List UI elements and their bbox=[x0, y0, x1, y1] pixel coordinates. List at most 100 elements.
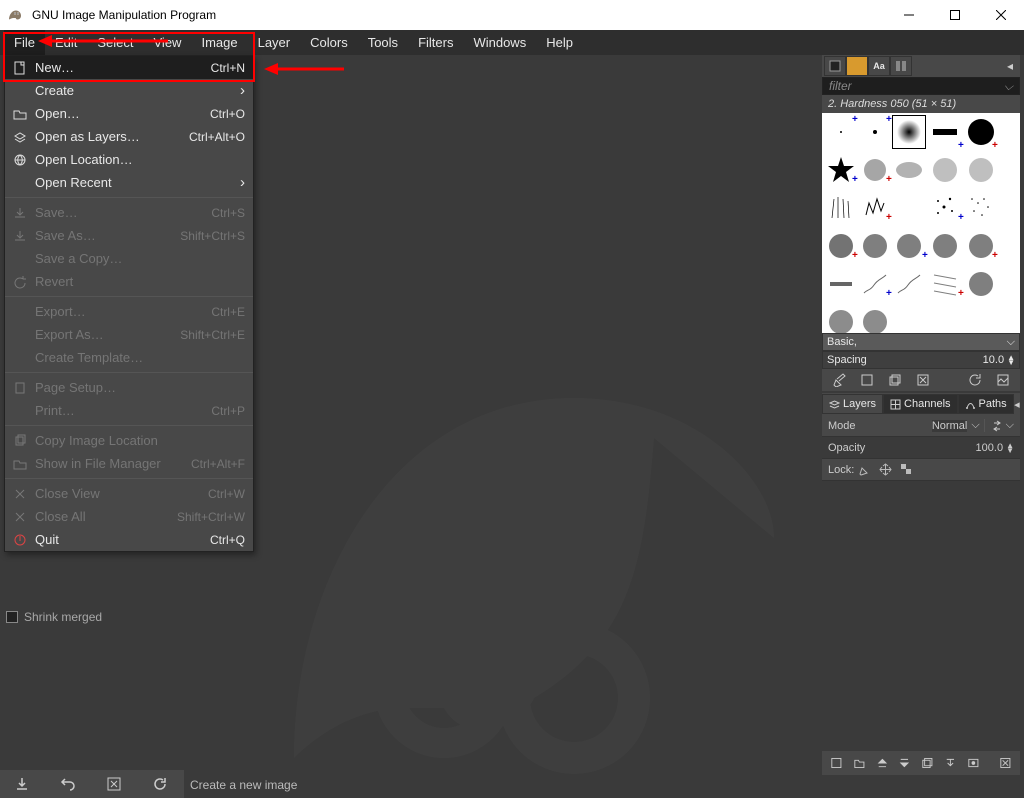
right-dock: Aa ◂ filter ⌵ 2. Hardness 050 (51 × 51) bbox=[822, 55, 1020, 775]
mi-open-as-layers[interactable]: Open as Layers… Ctrl+Alt+O bbox=[5, 125, 253, 148]
mi-open-recent[interactable]: Open Recent bbox=[5, 171, 253, 194]
brushes-panel: Aa ◂ filter ⌵ 2. Hardness 050 (51 × 51) bbox=[822, 55, 1020, 391]
download-icon[interactable] bbox=[14, 776, 30, 792]
delete-icon[interactable] bbox=[106, 776, 122, 792]
menu-separator bbox=[5, 425, 253, 426]
panel-menu-icon[interactable]: ◂ bbox=[1002, 59, 1018, 73]
layers-footer bbox=[822, 751, 1020, 775]
delete-brush-icon[interactable] bbox=[916, 373, 930, 387]
menu-separator bbox=[5, 372, 253, 373]
mi-open[interactable]: Open… Ctrl+O bbox=[5, 102, 253, 125]
tab-fonts[interactable]: Aa bbox=[868, 56, 890, 76]
mi-create-template: Create Template… bbox=[5, 346, 253, 369]
mi-copy-image-location: Copy Image Location bbox=[5, 429, 253, 452]
copy-icon bbox=[11, 434, 29, 448]
layers-tabstrip: Layers Channels Paths ◂ bbox=[822, 393, 1020, 415]
duplicate-layer-icon[interactable] bbox=[921, 756, 934, 770]
tab-tool-options[interactable] bbox=[824, 56, 846, 76]
window-title: GNU Image Manipulation Program bbox=[32, 8, 886, 22]
mi-quit[interactable]: Quit Ctrl+Q bbox=[5, 528, 253, 551]
tab-layers[interactable]: Layers bbox=[822, 394, 883, 414]
mi-page-setup: Page Setup… bbox=[5, 376, 253, 399]
reset-icon[interactable] bbox=[152, 776, 168, 792]
tab-paths[interactable]: Paths bbox=[958, 394, 1014, 414]
undo-icon[interactable] bbox=[60, 776, 76, 792]
menu-windows[interactable]: Windows bbox=[463, 30, 536, 55]
menu-image[interactable]: Image bbox=[191, 30, 247, 55]
mi-save: Save… Ctrl+S bbox=[5, 201, 253, 224]
mi-open-location[interactable]: Open Location… bbox=[5, 148, 253, 171]
open-icon bbox=[11, 107, 29, 121]
paths-icon bbox=[965, 399, 976, 410]
swap-icon[interactable] bbox=[991, 420, 1003, 432]
quit-icon bbox=[11, 533, 29, 547]
mask-icon[interactable] bbox=[967, 756, 980, 770]
panel-menu-icon[interactable]: ◂ bbox=[1014, 398, 1020, 411]
maximize-button[interactable] bbox=[932, 0, 978, 30]
duplicate-brush-icon[interactable] bbox=[888, 373, 902, 387]
menu-edit[interactable]: Edit bbox=[45, 30, 87, 55]
statusbar-hint: Create a new image bbox=[190, 778, 297, 792]
mi-export-as: Export As… Shift+Ctrl+E bbox=[5, 323, 253, 346]
folder-icon bbox=[11, 457, 29, 471]
shrink-merged-label: Shrink merged bbox=[24, 610, 102, 624]
shrink-merged-checkbox[interactable]: Shrink merged bbox=[6, 610, 102, 624]
new-layer-icon[interactable] bbox=[830, 756, 843, 770]
brush-spacing-field[interactable]: Spacing 10.0 ▲▼ bbox=[822, 351, 1020, 369]
menu-view[interactable]: View bbox=[144, 30, 192, 55]
layer-opacity-row[interactable]: Opacity 100.0 ▲▼ bbox=[822, 437, 1020, 459]
delete-layer-icon[interactable] bbox=[999, 756, 1012, 770]
brush-grid[interactable]: + + + + + + + + + + + + + bbox=[822, 113, 1020, 333]
brush-filter-placeholder: filter bbox=[829, 79, 852, 93]
mi-new[interactable]: New… Ctrl+N bbox=[5, 56, 253, 79]
app-icon bbox=[6, 6, 24, 24]
checkbox-icon bbox=[6, 611, 18, 623]
mi-save-as: Save As… Shift+Ctrl+S bbox=[5, 224, 253, 247]
mi-new-shortcut: Ctrl+N bbox=[211, 61, 245, 75]
lock-alpha-icon[interactable] bbox=[900, 463, 913, 476]
menu-tools[interactable]: Tools bbox=[358, 30, 408, 55]
open-as-image-icon[interactable] bbox=[996, 373, 1010, 387]
page-setup-icon bbox=[11, 381, 29, 395]
menu-filters[interactable]: Filters bbox=[408, 30, 463, 55]
new-brush-icon[interactable] bbox=[860, 373, 874, 387]
brush-filter-input[interactable]: filter ⌵ bbox=[822, 77, 1020, 95]
close-all-icon bbox=[11, 510, 29, 524]
dock-tabstrip: Aa ◂ bbox=[822, 55, 1020, 77]
save-as-icon bbox=[11, 229, 29, 243]
edit-brush-icon[interactable] bbox=[832, 373, 846, 387]
spinner-icon[interactable]: ▲▼ bbox=[1006, 443, 1014, 453]
menu-file[interactable]: File bbox=[4, 30, 45, 55]
lock-move-icon[interactable] bbox=[879, 463, 892, 476]
channels-icon bbox=[890, 399, 901, 410]
layer-mode-row[interactable]: Mode Normal ⌵ ⌵ bbox=[822, 415, 1020, 437]
lock-paint-icon[interactable] bbox=[858, 463, 871, 476]
menu-select[interactable]: Select bbox=[87, 30, 143, 55]
menu-layer[interactable]: Layer bbox=[248, 30, 301, 55]
menu-help[interactable]: Help bbox=[536, 30, 583, 55]
chevron-down-icon: ⌵ bbox=[1004, 79, 1013, 94]
brush-current-name: 2. Hardness 050 (51 × 51) bbox=[822, 95, 1020, 113]
close-button[interactable] bbox=[978, 0, 1024, 30]
titlebar: GNU Image Manipulation Program bbox=[0, 0, 1024, 30]
mi-create[interactable]: Create bbox=[5, 79, 253, 102]
spinner-icon[interactable]: ▲▼ bbox=[1007, 355, 1015, 365]
new-group-icon[interactable] bbox=[853, 756, 866, 770]
layers-panel: Layers Channels Paths ◂ Mode Normal ⌵ ⌵ bbox=[822, 393, 1020, 775]
tab-history[interactable] bbox=[890, 56, 912, 76]
mi-new-label: New… bbox=[29, 60, 211, 75]
save-icon bbox=[11, 206, 29, 220]
tab-brushes[interactable] bbox=[846, 56, 868, 76]
menu-separator bbox=[5, 478, 253, 479]
revert-icon bbox=[11, 275, 29, 289]
refresh-brushes-icon[interactable] bbox=[968, 373, 982, 387]
lower-layer-icon[interactable] bbox=[898, 756, 911, 770]
new-icon bbox=[11, 61, 29, 75]
minimize-button[interactable] bbox=[886, 0, 932, 30]
layer-list[interactable] bbox=[822, 481, 1020, 751]
menu-colors[interactable]: Colors bbox=[300, 30, 358, 55]
raise-layer-icon[interactable] bbox=[876, 756, 889, 770]
tab-channels[interactable]: Channels bbox=[883, 394, 957, 414]
brush-preset-dropdown[interactable]: Basic, ⌵ bbox=[822, 333, 1020, 351]
merge-down-icon[interactable] bbox=[944, 756, 957, 770]
